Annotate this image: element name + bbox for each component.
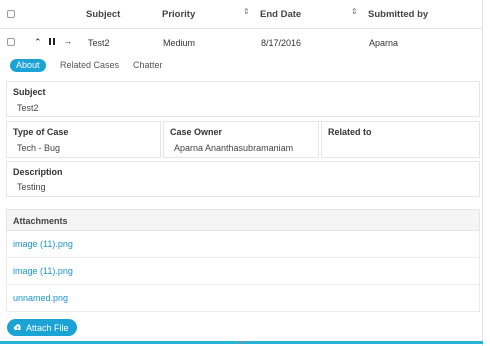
- case-panel: Subject Priority ⇕ End Date ⇕ Submitted …: [0, 0, 483, 346]
- tab-about[interactable]: About: [10, 59, 46, 72]
- attachment-link[interactable]: image (11).png: [13, 239, 73, 249]
- type-of-case-field: Type of Case Tech - Bug: [6, 121, 161, 158]
- attach-file-label: Attach File: [26, 323, 69, 333]
- sort-icon[interactable]: ⇕: [351, 8, 358, 16]
- case-owner-field: Case Owner Aparna Ananthasubramaniam: [163, 121, 319, 158]
- table-header: Subject Priority ⇕ End Date ⇕ Submitted …: [0, 0, 483, 29]
- resize-handle[interactable]: ▪▪▪: [238, 339, 245, 346]
- row-checkbox[interactable]: [7, 38, 15, 46]
- attachment-item: unnamed.png: [6, 285, 480, 312]
- type-of-case-label: Type of Case: [13, 127, 69, 137]
- case-owner-label: Case Owner: [170, 127, 223, 137]
- subject-value: Test2: [17, 103, 39, 113]
- subject-field: Subject Test2: [6, 81, 480, 117]
- column-priority[interactable]: Priority: [162, 9, 195, 20]
- column-end-date[interactable]: End Date: [260, 9, 301, 20]
- related-to-label: Related to: [328, 127, 372, 137]
- arrow-right-icon[interactable]: →: [63, 37, 72, 46]
- cloud-upload-icon: [13, 324, 21, 331]
- attachments-title: Attachments: [13, 216, 68, 226]
- select-all-checkbox[interactable]: [7, 10, 15, 18]
- table-row[interactable]: ⌃ → Test2 Medium 8/17/2016 Aparna: [0, 29, 483, 54]
- sort-icon[interactable]: ⇕: [243, 8, 250, 16]
- column-subject[interactable]: Subject: [86, 9, 120, 20]
- collapse-icon[interactable]: ⌃: [34, 38, 42, 47]
- attachment-item: image (11).png: [6, 258, 480, 285]
- case-owner-value: Aparna Ananthasubramaniam: [174, 143, 294, 153]
- column-submitted-by[interactable]: Submitted by: [368, 9, 428, 20]
- attachment-link[interactable]: image (11).png: [13, 266, 73, 276]
- related-to-field: Related to: [321, 121, 480, 158]
- row-priority: Medium: [163, 38, 196, 48]
- row-end-date: 8/17/2016: [261, 38, 302, 48]
- row-submitted-by: Aparna: [369, 38, 399, 48]
- attachments-header: Attachments: [6, 209, 480, 231]
- attachment-link[interactable]: unnamed.png: [13, 293, 68, 303]
- description-label: Description: [13, 167, 63, 177]
- row-subject: Test2: [88, 38, 110, 48]
- attachment-item: image (11).png: [6, 231, 480, 258]
- description-value: Testing: [17, 182, 46, 192]
- tab-related-cases[interactable]: Related Cases: [60, 59, 119, 72]
- description-field: Description Testing: [6, 161, 480, 197]
- subject-label: Subject: [13, 87, 46, 97]
- attach-file-button[interactable]: Attach File: [7, 319, 77, 336]
- pause-icon[interactable]: [49, 38, 55, 45]
- type-of-case-value: Tech - Bug: [17, 143, 61, 153]
- tab-chatter[interactable]: Chatter: [133, 59, 163, 72]
